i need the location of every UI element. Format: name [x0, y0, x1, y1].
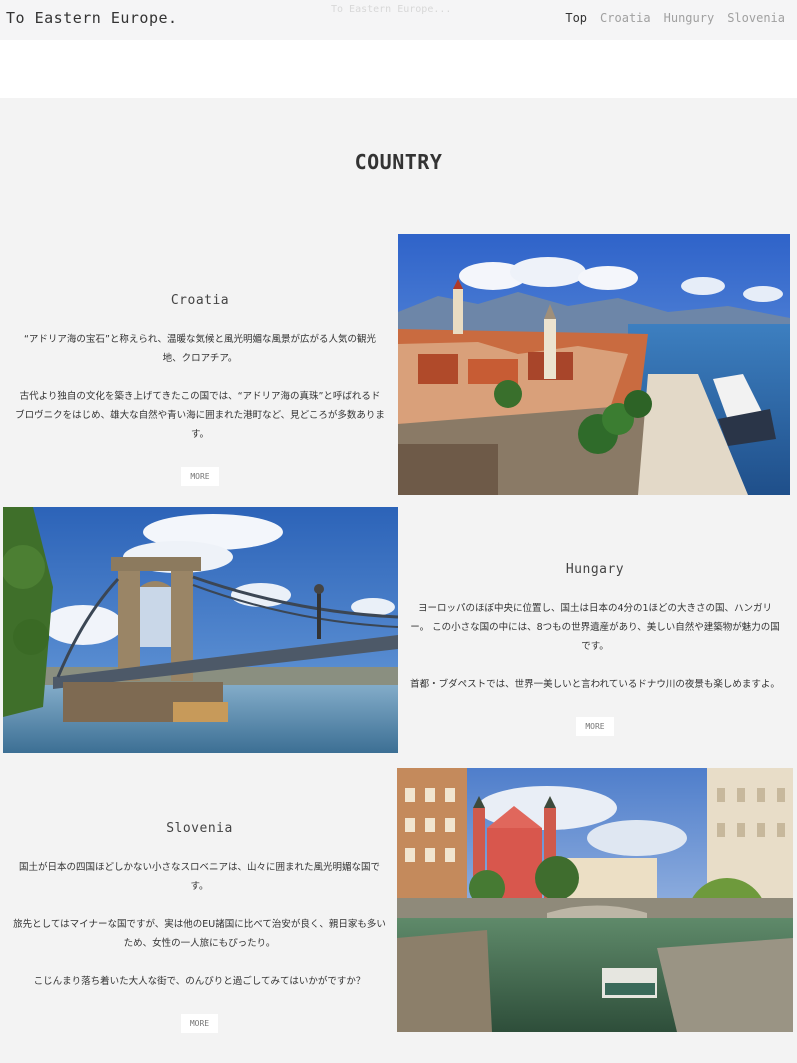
- slovenia-heading: Slovenia: [166, 821, 233, 836]
- hungary-more-button[interactable]: MORE: [576, 717, 614, 736]
- section-title: COUNTRY: [354, 150, 443, 174]
- croatia-heading: Croatia: [170, 293, 230, 308]
- slovenia-paragraph-1: 国土が日本の四国ほどしかない小さなスロベニアは、山々に囲まれた風光明媚な国です。: [18, 862, 380, 892]
- croatia-text-block: Croatia “アドリア海の宝石”と称えられ、温暖な気候と風光明媚な風景が広が…: [15, 293, 385, 486]
- hungary-text-block: Hungary ヨーロッパのほぼ中央に位置し、国土は日本の4分の1ほどの大きさの…: [410, 562, 780, 736]
- ghost-title: To Eastern Europe...: [331, 4, 452, 15]
- slovenia-paragraph-2: 旅先としてはマイナーな国ですが、実は他のEU諸国に比べて治安が良く、親日家も多い…: [13, 919, 386, 949]
- nav-croatia[interactable]: Croatia: [600, 11, 651, 25]
- croatia-paragraph-2: 古代より独自の文化を築き上げてきたこの国では、“アドリア海の真珠”と呼ばれるドブ…: [15, 391, 385, 440]
- country-section: COUNTRY Croatia “アドリア海の宝石”と称えられ、温暖な気候と風光…: [0, 98, 797, 1063]
- croatia-paragraph-1: “アドリア海の宝石”と称えられ、温暖な気候と風光明媚な風景が広がる人気の観光地、…: [24, 334, 376, 364]
- site-logo[interactable]: To Eastern Europe.: [6, 9, 178, 27]
- slovenia-paragraph-3: こじんまり落ち着いた大人な街で、のんびりと過ごしてみてはいかがですか？: [33, 976, 366, 987]
- slovenia-text-block: Slovenia 国土が日本の四国ほどしかない小さなスロベニアは、山々に囲まれた…: [12, 821, 387, 1033]
- croatia-photo: [398, 234, 790, 495]
- hungary-paragraph-2: 首都・ブダペストでは、世界一美しいと言われているドナウ川の夜景も楽しめますよ。: [410, 679, 780, 690]
- main-nav: Top Croatia Hungury Slovenia: [565, 11, 785, 25]
- slovenia-photo: [397, 768, 793, 1032]
- nav-slovenia[interactable]: Slovenia: [727, 11, 785, 25]
- nav-top[interactable]: Top: [565, 11, 587, 25]
- nav-hungury[interactable]: Hungury: [664, 11, 715, 25]
- hungary-paragraph-1: ヨーロッパのほぼ中央に位置し、国土は日本の4分の1ほどの大きさの国、ハンガリー。…: [410, 603, 780, 652]
- croatia-more-button[interactable]: MORE: [181, 467, 219, 486]
- hungary-heading: Hungary: [565, 562, 625, 577]
- site-header: To Eastern Europe. To Eastern Europe... …: [0, 0, 797, 40]
- slovenia-more-button[interactable]: MORE: [180, 1014, 219, 1033]
- hungary-photo: [3, 507, 398, 753]
